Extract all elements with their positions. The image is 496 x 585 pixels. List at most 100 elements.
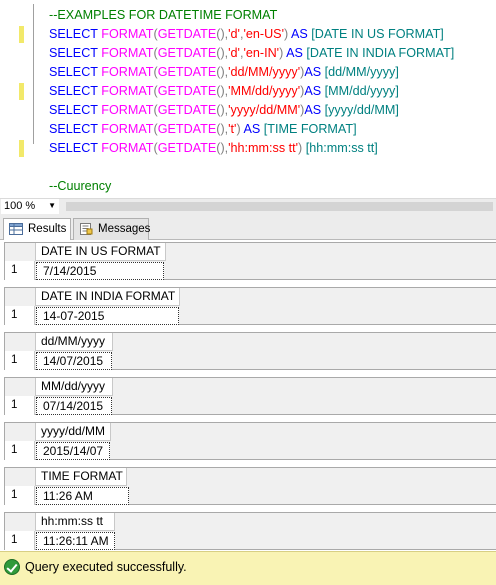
code-line[interactable]: SELECT FORMAT(GETDATE(),'d','en-IN') AS …: [49, 44, 454, 63]
result-cell[interactable]: 07/14/2015: [36, 397, 112, 415]
tab-messages-label: Messages: [98, 223, 151, 235]
sql-punctuation: (),: [216, 103, 229, 117]
row-number[interactable]: 1: [5, 396, 35, 415]
result-grid[interactable]: DATE IN INDIA FORMAT 1 14-07-2015: [4, 287, 496, 325]
sql-keyword: AS: [304, 103, 325, 117]
sql-punctuation: (),: [216, 27, 229, 41]
result-grid[interactable]: MM/dd/yyyy 1 07/14/2015: [4, 377, 496, 415]
results-tab-bar: Results Messages: [0, 214, 496, 241]
sql-comment: --EXAMPLES FOR DATETIME FORMAT: [49, 8, 278, 22]
scrollbar-thumb[interactable]: [66, 202, 493, 211]
code-line[interactable]: --Cuurency: [49, 177, 111, 196]
result-grid[interactable]: hh:mm:ss tt 1 11:26:11 AM: [4, 512, 496, 550]
results-pane: DATE IN US FORMAT 1 7/14/2015 DATE IN IN…: [0, 240, 496, 551]
status-message: Query executed successfully.: [25, 560, 187, 574]
sql-keyword: SELECT: [49, 27, 102, 41]
sql-keyword: SELECT: [49, 122, 102, 136]
horizontal-scrollbar[interactable]: [64, 202, 494, 211]
chevron-down-icon[interactable]: ▼: [48, 199, 56, 213]
row-number[interactable]: 1: [5, 486, 35, 505]
sql-string: 'en-IN': [243, 46, 280, 60]
code-line[interactable]: SELECT FORMAT(GETDATE(),'d','en-US') AS …: [49, 25, 444, 44]
sql-punctuation: (),: [216, 141, 229, 155]
sql-string: 'hh:mm:ss tt': [228, 141, 299, 155]
sql-function: GETDATE: [157, 103, 217, 117]
zoom-dropdown[interactable]: 100 % ▼: [1, 199, 59, 214]
sql-identifier: [MM/dd/yyyy]: [324, 84, 399, 98]
result-cell[interactable]: 7/14/2015: [36, 262, 164, 280]
result-grid[interactable]: TIME FORMAT 1 11:26 AM: [4, 467, 496, 505]
result-cell[interactable]: 11:26:11 AM: [36, 532, 115, 550]
messages-icon: [80, 223, 93, 235]
column-header[interactable]: TIME FORMAT: [35, 468, 127, 486]
code-line[interactable]: SELECT FORMAT(GETDATE(),'dd/MM/yyyy')AS …: [49, 63, 399, 82]
result-cell[interactable]: 11:26 AM: [36, 487, 129, 505]
result-grid[interactable]: yyyy/dd/MM 1 2015/14/07: [4, 422, 496, 460]
sql-function: FORMAT: [101, 103, 154, 117]
row-number[interactable]: 1: [5, 351, 35, 370]
column-header[interactable]: hh:mm:ss tt: [35, 513, 115, 531]
result-cell[interactable]: 2015/14/07: [36, 442, 110, 460]
query-editor[interactable]: --EXAMPLES FOR DATETIME FORMAT SELECT FOR…: [0, 0, 496, 198]
sql-function: GETDATE: [157, 27, 217, 41]
sql-function: GETDATE: [157, 65, 217, 79]
result-cell[interactable]: 14/07/2015: [36, 352, 112, 370]
code-line[interactable]: SELECT FORMAT(GETDATE(),'t') AS [TIME FO…: [49, 120, 357, 139]
code-line[interactable]: --EXAMPLES FOR DATETIME FORMAT: [49, 6, 277, 25]
sql-keyword: AS: [288, 27, 312, 41]
code-line[interactable]: SELECT FORMAT(GETDATE(),'hh:mm:ss tt') […: [49, 139, 378, 158]
row-number[interactable]: 1: [5, 306, 35, 325]
result-grid[interactable]: dd/MM/yyyy 1 14/07/2015: [4, 332, 496, 370]
result-cell[interactable]: 14-07-2015: [36, 307, 179, 325]
sql-punctuation: (),: [216, 65, 229, 79]
column-header[interactable]: dd/MM/yyyy: [35, 333, 113, 351]
status-bar: Query executed successfully.: [0, 551, 496, 585]
change-marker: [19, 26, 24, 43]
sql-keyword: AS: [304, 84, 325, 98]
row-number[interactable]: 1: [5, 441, 35, 460]
column-header[interactable]: yyyy/dd/MM: [35, 423, 111, 441]
tab-results-label: Results: [28, 223, 67, 235]
sql-string: 'dd/MM/yyyy': [228, 65, 301, 79]
sql-keyword: SELECT: [49, 84, 102, 98]
sql-identifier: [TIME FORMAT]: [263, 122, 357, 136]
sql-keyword: SELECT: [49, 103, 102, 117]
tab-results[interactable]: Results: [3, 218, 71, 241]
sql-function: GETDATE: [157, 46, 217, 60]
sql-keyword: SELECT: [49, 141, 102, 155]
sql-function: FORMAT: [101, 46, 154, 60]
sql-function: FORMAT: [101, 141, 154, 155]
sql-string: 'd': [228, 46, 240, 60]
sql-keyword: AS: [304, 65, 325, 79]
sql-comment: --Cuurency: [49, 179, 112, 193]
sql-function: FORMAT: [101, 27, 154, 41]
outline-collapse-line: [33, 4, 34, 144]
sql-keyword: AS: [240, 122, 264, 136]
column-header[interactable]: DATE IN US FORMAT: [35, 243, 166, 261]
sql-string: 'en-US': [243, 27, 284, 41]
row-number[interactable]: 1: [5, 261, 35, 280]
result-grid[interactable]: DATE IN US FORMAT 1 7/14/2015: [4, 242, 496, 280]
tab-messages[interactable]: Messages: [73, 218, 151, 240]
sql-punctuation: (),: [216, 84, 229, 98]
code-line[interactable]: SELECT FORMAT(GETDATE(),'yyyy/dd/MM')AS …: [49, 101, 399, 120]
sql-punctuation: (),: [216, 46, 229, 60]
column-header[interactable]: DATE IN INDIA FORMAT: [35, 288, 180, 306]
column-header[interactable]: MM/dd/yyyy: [35, 378, 113, 396]
change-marker: [19, 83, 24, 100]
sql-string: 'MM/dd/yyyy': [228, 84, 301, 98]
sql-identifier: [hh:mm:ss tt]: [302, 141, 378, 155]
sql-identifier: [yyyy/dd/MM]: [324, 103, 399, 117]
code-line[interactable]: SELECT FORMAT(GETDATE(),'MM/dd/yyyy')AS …: [49, 82, 399, 101]
sql-string: 'yyyy/dd/MM': [228, 103, 301, 117]
sql-keyword: AS: [283, 46, 307, 60]
sql-string: 'd': [228, 27, 240, 41]
sql-function: GETDATE: [157, 84, 217, 98]
sql-function: FORMAT: [101, 65, 154, 79]
zoom-value: 100 %: [4, 200, 36, 212]
success-check-icon: [4, 559, 20, 575]
sql-keyword: SELECT: [49, 46, 102, 60]
sql-function: FORMAT: [101, 122, 154, 136]
row-number[interactable]: 1: [5, 531, 35, 550]
sql-identifier: [DATE IN US FORMAT]: [311, 27, 444, 41]
